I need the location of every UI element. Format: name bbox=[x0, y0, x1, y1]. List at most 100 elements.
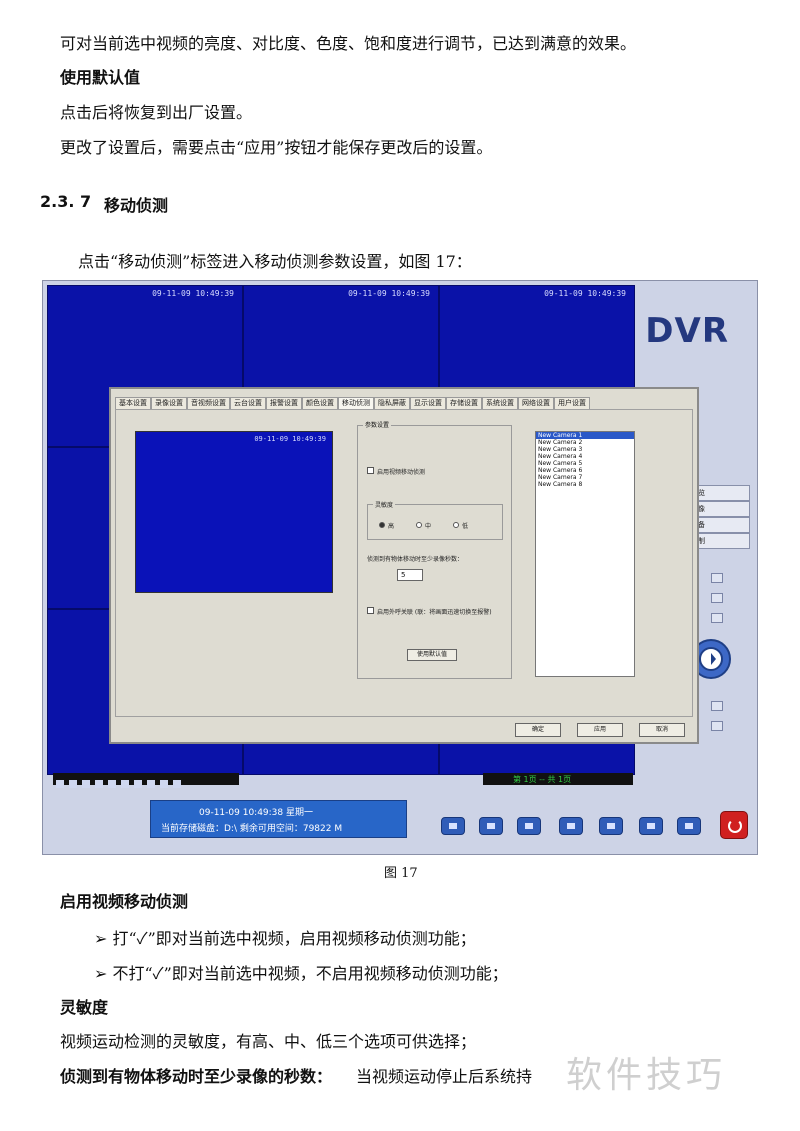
status-datetime: 09-11-09 10:49:38 星期一 bbox=[199, 808, 313, 818]
apply-button[interactable]: 应用 bbox=[577, 723, 623, 737]
toolbar-button-6[interactable] bbox=[639, 817, 663, 835]
settings-dialog: 基本设置 录像设置 音视频设置 云台设置 报警设置 颜色设置 移动侦测 隐私屏蔽… bbox=[109, 387, 699, 744]
camera-list-item[interactable]: New Camera 6 bbox=[536, 467, 634, 474]
sensitivity-description: 视频运动检测的灵敏度，有高、中、低三个选项可供选择； bbox=[60, 1032, 477, 1051]
camera-timestamp: 09-11-09 10:49:39 bbox=[544, 289, 626, 298]
layout-icon[interactable] bbox=[82, 780, 90, 788]
tab-color[interactable]: 颜色设置 bbox=[302, 397, 338, 409]
dvr-screenshot: 09-11-09 10:49:39 09-11-09 10:49:39 09-1… bbox=[42, 280, 758, 855]
layout-icon[interactable] bbox=[173, 780, 181, 788]
camera-list[interactable]: New Camera 1 New Camera 2 New Camera 3 N… bbox=[535, 431, 635, 677]
toolbar-icon bbox=[607, 823, 615, 829]
bullet-disable: ➢ 不打“✓”即对当前选中视频，不启用视频移动侦测功能； bbox=[94, 964, 508, 983]
page-toolbar: 第 1页 -- 共 1页 bbox=[483, 773, 633, 785]
bullet-enable: ➢ 打“✓”即对当前选中视频，启用视频移动侦测功能； bbox=[94, 929, 476, 948]
power-button[interactable] bbox=[720, 811, 748, 839]
enter-description: 点击“移动侦测”标签进入移动侦测参数设置，如图 17： bbox=[78, 252, 472, 271]
tab-record[interactable]: 录像设置 bbox=[151, 397, 187, 409]
preview-timestamp: 09-11-09 10:49:39 bbox=[254, 435, 326, 443]
parameter-group-title: 参数设置 bbox=[363, 420, 392, 429]
tab-privacy[interactable]: 隐私屏蔽 bbox=[374, 397, 410, 409]
toolbar-button-5[interactable] bbox=[599, 817, 623, 835]
toolbar-icon bbox=[685, 823, 693, 829]
tab-network[interactable]: 网络设置 bbox=[518, 397, 554, 409]
toolbar-button-4[interactable] bbox=[559, 817, 583, 835]
settings-tabs: 基本设置 录像设置 音视频设置 云台设置 报警设置 颜色设置 移动侦测 隐私屏蔽… bbox=[115, 397, 590, 409]
toolbar-icon bbox=[487, 823, 495, 829]
sensitivity-high-label: 高 bbox=[388, 523, 395, 530]
small-toggle-button[interactable] bbox=[711, 613, 723, 623]
toolbar-button-2[interactable] bbox=[479, 817, 503, 835]
layout-icon[interactable] bbox=[108, 780, 116, 788]
small-toggle-button[interactable] bbox=[711, 593, 723, 603]
small-toggle-button[interactable] bbox=[711, 701, 723, 711]
dvr-logo: DVR bbox=[645, 311, 729, 351]
toolbar-button-3[interactable] bbox=[517, 817, 541, 835]
sensitivity-mid-radio[interactable] bbox=[416, 522, 422, 528]
layout-icon[interactable] bbox=[134, 780, 142, 788]
tab-system[interactable]: 系统设置 bbox=[482, 397, 518, 409]
toolbar-button-1[interactable] bbox=[441, 817, 465, 835]
enable-motion-checkbox[interactable] bbox=[367, 467, 374, 474]
layout-icon[interactable] bbox=[121, 780, 129, 788]
section-title: 移动侦测 bbox=[104, 196, 169, 215]
camera-list-item[interactable]: New Camera 5 bbox=[536, 460, 634, 467]
camera-timestamp: 09-11-09 10:49:39 bbox=[152, 289, 234, 298]
watermark: 软件技巧 bbox=[566, 1055, 727, 1096]
camera-list-item[interactable]: New Camera 3 bbox=[536, 446, 634, 453]
status-panel: 09-11-09 10:49:38 星期一 当前存储磁盘：D:\ 剩余可用空间：… bbox=[150, 800, 407, 838]
layout-toolbar bbox=[53, 773, 239, 788]
camera-timestamp: 09-11-09 10:49:39 bbox=[348, 289, 430, 298]
toolbar-icon bbox=[525, 823, 533, 829]
tab-alarm[interactable]: 报警设置 bbox=[266, 397, 302, 409]
record-seconds-heading: 侦测到有物体移动时至少录像的秒数： bbox=[60, 1067, 333, 1086]
camera-list-item[interactable]: New Camera 1 bbox=[536, 432, 634, 439]
layout-icon[interactable] bbox=[69, 780, 77, 788]
tab-motion-detect[interactable]: 移动侦测 bbox=[338, 397, 374, 409]
record-seconds-description: 当视频运动停止后系统持 bbox=[356, 1067, 533, 1086]
enable-heading: 启用视频移动侦测 bbox=[60, 892, 189, 911]
defaults-description: 点击后将恢复到出厂设置。 bbox=[60, 103, 253, 122]
small-toggle-button[interactable] bbox=[711, 573, 723, 583]
defaults-heading: 使用默认值 bbox=[60, 68, 141, 87]
enable-motion-label: 启用视频移动侦测 bbox=[377, 469, 426, 476]
sensitivity-high-radio[interactable] bbox=[379, 522, 385, 528]
record-seconds-label: 侦测到有物体移动时至少录像秒数： bbox=[367, 556, 464, 563]
ok-button[interactable]: 确定 bbox=[515, 723, 561, 737]
record-seconds-stepper[interactable]: 5 bbox=[397, 569, 423, 581]
sensitivity-low-radio[interactable] bbox=[453, 522, 459, 528]
alarm-link-checkbox[interactable] bbox=[367, 607, 374, 614]
small-toggle-button[interactable] bbox=[711, 721, 723, 731]
cancel-button[interactable]: 取消 bbox=[639, 723, 685, 737]
layout-icon[interactable] bbox=[95, 780, 103, 788]
apply-note: 更改了设置后，需要点击“应用”按钮才能保存更改后的设置。 bbox=[60, 138, 493, 157]
camera-list-item[interactable]: New Camera 4 bbox=[536, 453, 634, 460]
layout-icon[interactable] bbox=[56, 780, 64, 788]
tab-basic[interactable]: 基本设置 bbox=[115, 397, 151, 409]
sensitivity-low-label: 低 bbox=[462, 523, 469, 530]
video-preview: 09-11-09 10:49:39 bbox=[135, 431, 333, 593]
layout-icon[interactable] bbox=[160, 780, 168, 788]
toolbar-icon bbox=[449, 823, 457, 829]
status-storage: 当前存储磁盘：D:\ 剩余可用空间：79822 M bbox=[161, 824, 343, 834]
camera-list-item[interactable]: New Camera 7 bbox=[536, 474, 634, 481]
tab-storage[interactable]: 存储设置 bbox=[446, 397, 482, 409]
alarm-link-label: 启用外呼关联 (联：将画面迅速切换至报警) bbox=[377, 609, 492, 616]
toolbar-button-7[interactable] bbox=[677, 817, 701, 835]
parameter-group bbox=[357, 425, 512, 679]
use-defaults-button[interactable]: 使用默认值 bbox=[407, 649, 457, 661]
page-indicator: 第 1页 -- 共 1页 bbox=[513, 775, 572, 784]
tab-user[interactable]: 用户设置 bbox=[554, 397, 590, 409]
sensitivity-mid-label: 中 bbox=[425, 523, 432, 530]
intro-text: 可对当前选中视频的亮度、对比度、色度、饱和度进行调节，已达到满意的效果。 bbox=[60, 34, 637, 53]
camera-list-item[interactable]: New Camera 8 bbox=[536, 481, 634, 488]
layout-icon[interactable] bbox=[147, 780, 155, 788]
toolbar-icon bbox=[647, 823, 655, 829]
tab-ptz[interactable]: 云台设置 bbox=[230, 397, 266, 409]
figure-caption: 图 17 bbox=[384, 866, 418, 881]
tab-display[interactable]: 显示设置 bbox=[410, 397, 446, 409]
sensitivity-heading: 灵敏度 bbox=[60, 998, 109, 1017]
sensitivity-label: 灵敏度 bbox=[373, 500, 396, 509]
camera-list-item[interactable]: New Camera 2 bbox=[536, 439, 634, 446]
tab-av[interactable]: 音视频设置 bbox=[187, 397, 230, 409]
